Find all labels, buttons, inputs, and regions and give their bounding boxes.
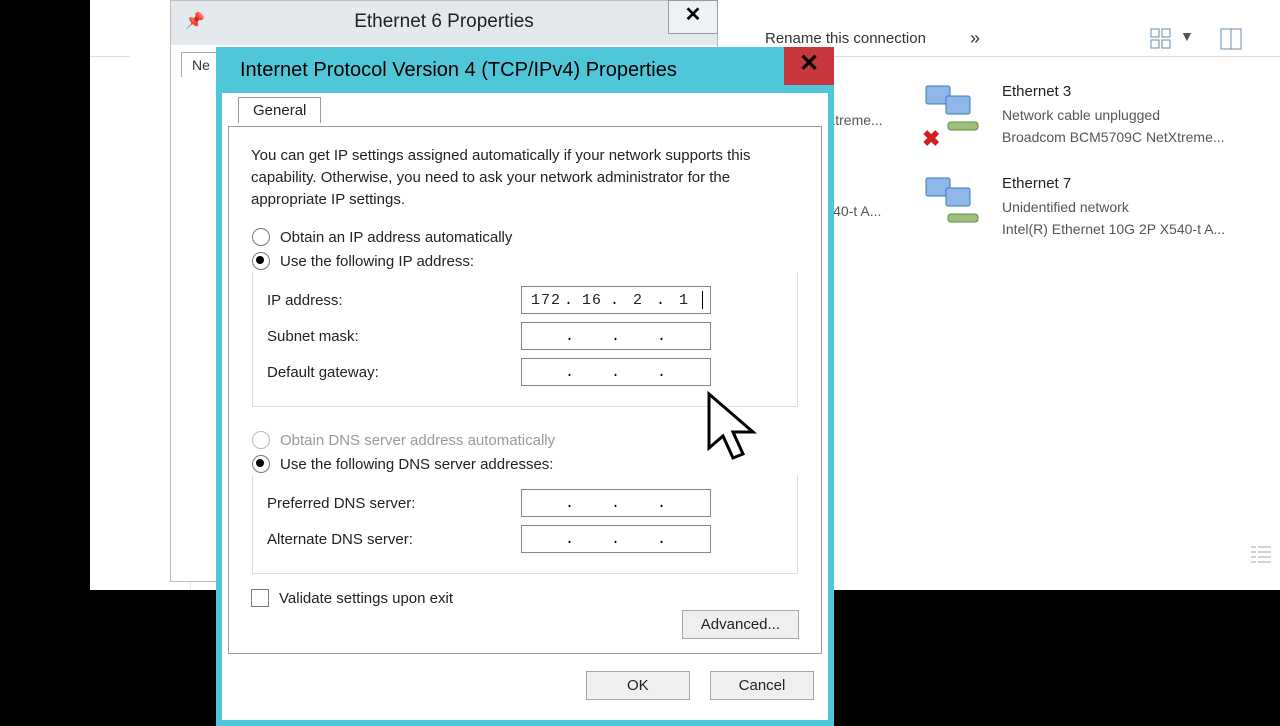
alternate-dns-input[interactable]: ... [521,525,711,553]
ethernet-7-icon[interactable] [922,172,982,228]
tab-general[interactable]: General [238,97,321,123]
radio-label: Use the following DNS server addresses: [280,456,553,473]
connection-name: Ethernet 3 [1002,80,1262,104]
radio-label: Obtain an IP address automatically [280,229,512,246]
more-chevron-icon[interactable]: » [970,28,980,49]
radio-obtain-ip-auto[interactable]: Obtain an IP address automatically [252,228,798,246]
radio-icon [252,252,270,270]
default-gateway-input[interactable]: ... [521,358,711,386]
ip-address-label: IP address: [267,292,521,309]
close-button[interactable]: ✕ [668,0,718,34]
validate-settings-label: Validate settings upon exit [279,590,453,607]
hint-text: You can get IP settings assigned automat… [251,145,799,211]
default-gateway-label: Default gateway: [267,364,521,381]
radio-obtain-dns-auto: Obtain DNS server address automatically [252,431,798,449]
ip-octet-1[interactable]: 172 [529,292,563,309]
view-dropdown-icon[interactable]: ▼ [1180,28,1202,50]
connection-name: Ethernet 7 [1002,172,1262,196]
preview-pane-button[interactable] [1220,28,1242,50]
text-caret [702,291,703,309]
preferred-dns-label: Preferred DNS server: [267,495,521,512]
ip-address-input[interactable]: 172. 16. 2. 1 [521,286,711,314]
connection-status: Unidentified network [1002,196,1262,218]
alternate-dns-label: Alternate DNS server: [267,531,521,548]
titlebar[interactable]: Internet Protocol Version 4 (TCP/IPv4) P… [222,53,828,93]
ipv4-properties-dialog: Internet Protocol Version 4 (TCP/IPv4) P… [216,47,834,726]
radio-label: Use the following IP address: [280,253,474,270]
connection-device: Broadcom BCM5709C NetXtreme... [1002,126,1262,148]
radio-icon [252,431,270,449]
dialog-title: Internet Protocol Version 4 (TCP/IPv4) P… [240,59,677,82]
window-title: Ethernet 6 Properties [171,11,717,33]
subnet-mask-label: Subnet mask: [267,328,521,345]
disconnected-x-icon: ✖ [922,126,940,152]
view-icons-button[interactable] [1150,28,1172,50]
radio-icon [252,228,270,246]
close-button[interactable]: ✕ [784,47,834,85]
connection-status: Network cable unplugged [1002,104,1262,126]
radio-icon [252,455,270,473]
tabbar: Ne [181,51,221,76]
tab-networking[interactable]: Ne [181,52,221,77]
ip-octet-2[interactable]: 16 [575,292,609,309]
connection-device: Intel(R) Ethernet 10G 2P X540-t A... [1002,218,1262,240]
radio-use-following-dns[interactable]: Use the following DNS server addresses: [252,455,798,473]
ip-octet-4[interactable]: 1 [667,292,701,309]
ip-octet-3[interactable]: 2 [621,292,655,309]
validate-settings-checkbox[interactable] [251,589,269,607]
preferred-dns-input[interactable]: ... [521,489,711,517]
radio-use-following-ip[interactable]: Use the following IP address: [252,252,798,270]
rename-connection-button[interactable]: Rename this connection [765,30,926,47]
titlebar[interactable]: 📌 Ethernet 6 Properties [171,1,717,45]
ok-button[interactable]: OK [586,671,690,700]
details-view-icon[interactable] [1250,545,1272,568]
advanced-button[interactable]: Advanced... [682,610,799,639]
ethernet-3-item[interactable]: Ethernet 3 Network cable unplugged Broad… [1002,80,1262,148]
radio-label: Obtain DNS server address automatically [280,432,555,449]
general-panel: You can get IP settings assigned automat… [228,126,822,654]
ethernet-7-item[interactable]: Ethernet 7 Unidentified network Intel(R)… [1002,172,1262,240]
cancel-button[interactable]: Cancel [710,671,814,700]
subnet-mask-input[interactable]: ... [521,322,711,350]
